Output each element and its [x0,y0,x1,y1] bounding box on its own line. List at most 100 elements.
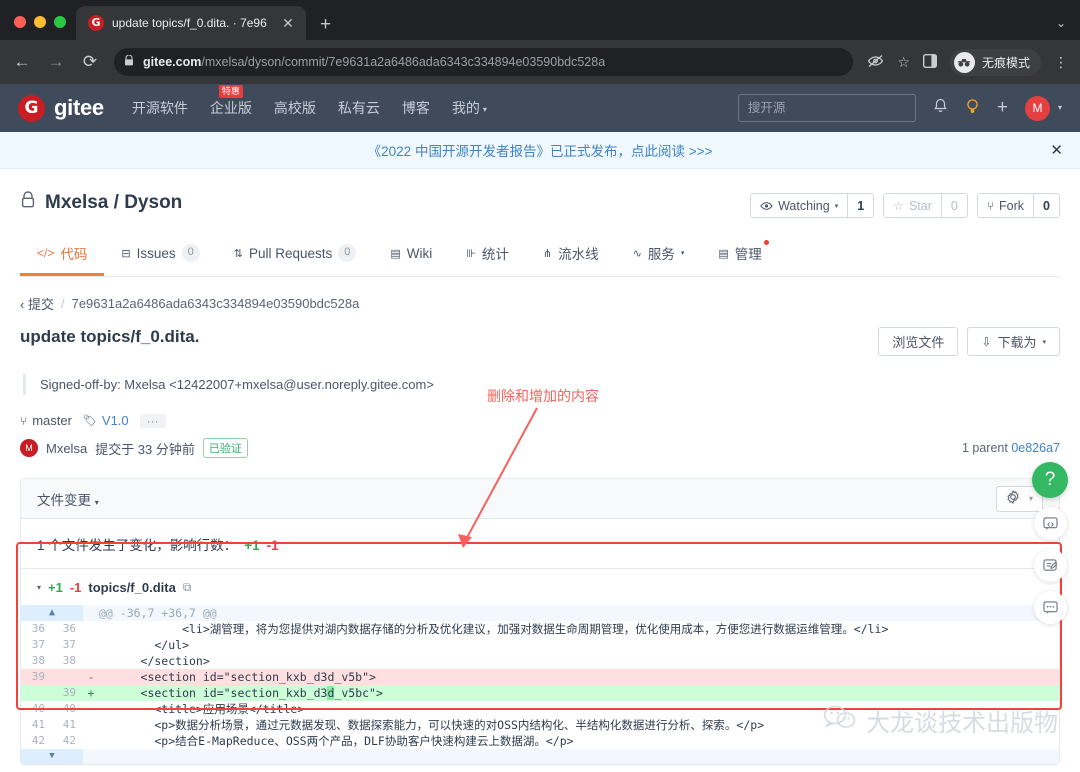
diff-code[interactable]: <title>应用场景</title> [99,701,1059,717]
nav-item-blog[interactable]: 博客 [402,98,430,118]
close-window-button[interactable] [14,16,26,28]
diff-code[interactable]: <section id="section_kxb_d3d_v5b"> [99,669,1059,685]
new-line-number: 41 [52,717,83,733]
watch-label: Watching [778,198,830,213]
forward-icon[interactable]: → [46,52,66,72]
minimize-window-button[interactable] [34,16,46,28]
pr-icon: ⇅ [233,247,243,260]
nav-item-enterprise[interactable]: 特惠 企业版 [210,85,252,118]
star-button-group[interactable]: ☆ Star 0 [883,193,968,218]
tab-code[interactable]: </> 代码 [20,234,105,276]
parent-sha-link[interactable]: 0e826a7 [1011,441,1060,455]
back-icon[interactable]: ← [12,52,32,72]
fork-button-group[interactable]: ⑂ Fork 0 [976,193,1060,218]
maximize-window-button[interactable] [54,16,66,28]
nav-item-education[interactable]: 高校版 [274,98,316,118]
more-refs-button[interactable]: ··· [139,413,166,428]
star-button[interactable]: ☆ Star [884,194,941,217]
nav-item-privatecloud[interactable]: 私有云 [338,98,380,118]
tag-chip[interactable]: 🏷 V1.0 [83,413,129,428]
watch-button-group[interactable]: Watching ▾ 1 [750,193,875,218]
new-line-number: 42 [52,733,83,749]
edit-button[interactable] [1033,549,1067,582]
author-name[interactable]: Mxelsa [46,441,87,456]
diff-code[interactable]: <p>结合E-MapReduce、OSS两个产品，DLF协助客户快速构建云上数据… [99,733,1059,749]
browse-files-button[interactable]: 浏览文件 [878,327,959,356]
chevron-down-icon[interactable]: ⌄ [1056,16,1066,30]
tab-wiki[interactable]: ▤ Wiki [373,234,449,276]
expand-up-icon[interactable]: ▲ [21,605,83,621]
nav-item-opensource[interactable]: 开源软件 [132,98,188,118]
commit-title-row: update topics/f_0.dita. 浏览文件 ⇩ 下载为 ▾ [20,327,1060,356]
tab-pipeline[interactable]: ⋔ 流水线 [526,234,616,276]
branch-chip[interactable]: ⑂ master [20,413,72,428]
branch-icon: ⑂ [20,413,28,428]
fork-count[interactable]: 0 [1033,194,1059,217]
eye-off-icon[interactable] [867,54,884,71]
lightbulb-icon[interactable] [965,98,980,119]
reload-icon[interactable]: ⟳ [80,52,100,72]
diff-code[interactable]: <li>湖管理，将为您提供对湖内数据存储的分析及优化建议，加强对数据生命周期管理… [99,621,1059,637]
browser-menu-icon[interactable]: ⋮ [1054,54,1068,71]
copy-path-icon[interactable]: ⧉ [183,580,192,595]
breadcrumb: ‹ 提交 / 7e9631a2a6486ada6343c334894e03590… [20,277,1060,313]
star-count[interactable]: 0 [940,194,967,217]
diff-row-added: 39 + <section id="section_kxb_d3d_v5bc"> [21,685,1059,701]
tab-services[interactable]: ∿ 服务 ▾ [616,234,702,276]
gitee-favicon-icon: G [88,15,104,31]
diff-code[interactable]: <p>数据分析场景，通过元数据发现、数据探索能力，可以快速的对OSS内结构化、半… [99,717,1059,733]
tab-pull-requests[interactable]: ⇅ Pull Requests 0 [217,234,374,276]
file-diff-box: ▾ +1 -1 topics/f_0.dita ⧉ ▲ @@ -36,7 +36… [21,568,1059,764]
nav-item-mine[interactable]: 我的 ▾ [452,98,487,118]
diff-code[interactable]: <section id="section_kxb_d3d_v5bc"> [99,685,1059,701]
page-title[interactable]: Mxelsa / Dyson [45,192,182,214]
diff-hunk-header-row: ▲ @@ -36,7 +36,7 @@ [21,605,1059,621]
annotation-label: 删除和增加的内容 [487,388,599,404]
close-icon[interactable]: ✕ [1050,141,1063,159]
comments-empty-label: 暂无评论 [20,765,1060,772]
notification-bell-icon[interactable] [933,98,948,118]
breadcrumb-separator: / [60,296,65,311]
new-tab-button[interactable]: + [320,15,331,34]
diff-code[interactable]: </ul> [99,637,1059,653]
gitee-logo[interactable]: G gitee [18,94,104,122]
new-line-number: 37 [52,637,83,653]
tab-manage[interactable]: ▤ 管理 [701,234,778,276]
file-name[interactable]: topics/f_0.dita [88,580,175,595]
browser-tab[interactable]: G update topics/f_0.dita. · 7e96 ✕ [76,6,306,40]
search-input[interactable] [737,94,916,122]
download-button[interactable]: ⇩ 下载为 ▾ [967,327,1060,356]
incognito-profile-chip[interactable]: 无痕模式 [949,48,1041,76]
diff-expand-footer: ▼ [21,749,1059,764]
comment-button[interactable] [1033,591,1067,624]
tab-statistics[interactable]: ⊪ 统计 [449,234,526,276]
help-button[interactable]: ? [1032,462,1068,498]
tab-issues[interactable]: ⊟ Issues 0 [104,234,216,276]
diff-code[interactable]: </section> [99,653,1059,669]
user-menu[interactable]: M ▾ [1024,95,1062,121]
parent-info: 1 parent 0e826a7 [962,441,1060,455]
fork-button[interactable]: ⑂ Fork [977,194,1034,217]
watch-count[interactable]: 1 [847,194,874,217]
url-domain: gitee.com [143,55,202,69]
star-label: Star [908,198,932,213]
diff-marker-minus: - [83,669,99,685]
announcement-link[interactable]: 《2022 中国开源开发者报告》已正式发布，点此阅读 >>> [368,140,713,160]
view-source-button[interactable] [1033,507,1067,540]
chevron-down-icon: ▾ [834,202,839,210]
side-panel-icon[interactable] [922,53,937,71]
diff-marker [83,621,99,637]
file-changes-label[interactable]: 文件变更 ▾ [37,489,99,509]
breadcrumb-back-link[interactable]: ‹ 提交 [20,294,54,313]
address-bar[interactable]: gitee.com/mxelsa/dyson/commit/7e9631a2a6… [114,48,854,76]
tab-label: 流水线 [558,247,599,262]
window-traffic-lights[interactable] [10,16,76,40]
close-tab-icon[interactable]: ✕ [280,15,296,32]
expand-down-icon[interactable]: ▼ [21,749,83,764]
issue-icon: ⊟ [121,247,131,260]
fork-label: Fork [999,198,1025,213]
bookmark-star-icon[interactable]: ☆ [897,54,910,71]
collapse-triangle-icon[interactable]: ▾ [37,583,41,592]
plus-icon[interactable]: + [997,97,1008,119]
watch-button[interactable]: Watching ▾ [751,194,848,217]
